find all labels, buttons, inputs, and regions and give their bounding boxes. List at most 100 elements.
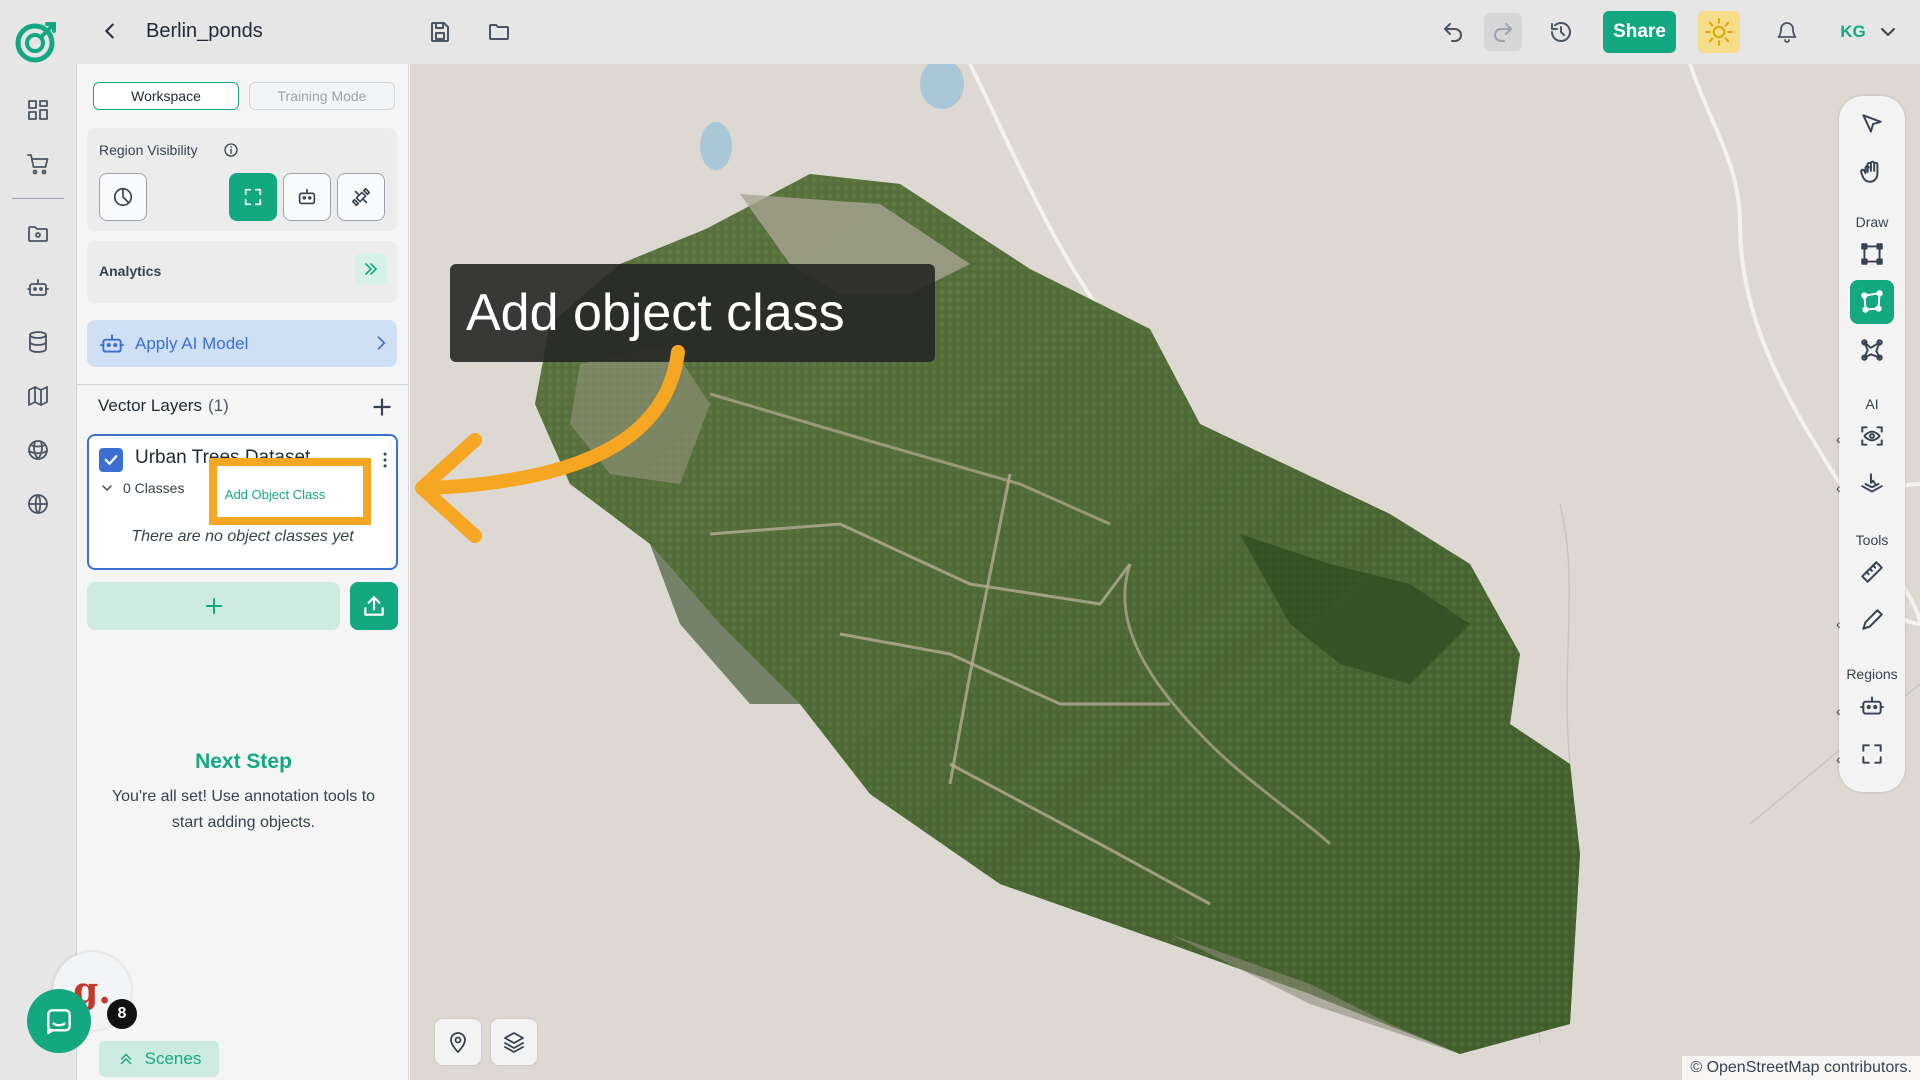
globe-grid-icon bbox=[28, 440, 48, 460]
pan-tool[interactable] bbox=[1850, 150, 1894, 194]
brush-tool[interactable] bbox=[1850, 598, 1894, 642]
rail-explore[interactable] bbox=[22, 434, 54, 466]
tutorial-tooltip: Add object class bbox=[450, 264, 935, 362]
left-rail bbox=[0, 64, 76, 1080]
ai-region-tool[interactable] bbox=[1850, 684, 1894, 728]
map-icon bbox=[28, 386, 48, 406]
apply-ai-model-label: Apply AI Model bbox=[135, 334, 249, 353]
analytics-label: Analytics bbox=[99, 263, 162, 279]
theme-toggle-button[interactable] bbox=[1698, 11, 1740, 53]
database-icon bbox=[29, 331, 47, 353]
folder-icon bbox=[489, 24, 509, 40]
map-background bbox=[535, 64, 1920, 1054]
empty-classes-message: There are no object classes yet bbox=[131, 528, 354, 545]
back-button[interactable] bbox=[95, 16, 125, 46]
location-button[interactable] bbox=[435, 1019, 481, 1065]
classes-toggle[interactable]: 0 Classes bbox=[99, 480, 184, 496]
layer-visibility-checkbox[interactable] bbox=[99, 448, 123, 472]
tab-training-mode[interactable]: Training Mode bbox=[249, 82, 395, 110]
chat-icon bbox=[47, 1009, 71, 1035]
ai-detect-expand-caret[interactable]: ‹ bbox=[1836, 432, 1846, 446]
right-toolbar: Draw AI Tools Regions bbox=[1839, 96, 1905, 792]
sun-icon bbox=[1705, 18, 1733, 46]
redo-icon bbox=[1494, 23, 1512, 42]
cart-icon bbox=[27, 154, 49, 175]
classes-count-label: 0 Classes bbox=[123, 480, 185, 496]
chevron-down-icon[interactable] bbox=[1876, 20, 1900, 44]
open-folder-button[interactable] bbox=[480, 13, 518, 51]
double-chevron-right-icon bbox=[365, 263, 378, 275]
undo-button[interactable] bbox=[1434, 13, 1472, 51]
top-bar: Berlin_ponds Share KG bbox=[0, 0, 1920, 64]
side-panel: Workspace Training Mode Region Visibilit… bbox=[76, 64, 409, 1080]
scenes-button[interactable]: Scenes bbox=[99, 1041, 219, 1077]
bbox-tool[interactable] bbox=[1850, 232, 1894, 276]
notifications-button[interactable] bbox=[1768, 13, 1806, 51]
vector-layers-title: Vector Layers (1) bbox=[98, 396, 229, 416]
app-logo-icon[interactable] bbox=[14, 18, 60, 64]
ai-segment-expand-caret[interactable]: ‹ bbox=[1836, 481, 1846, 495]
apply-ai-model-button[interactable]: Apply AI Model bbox=[87, 320, 397, 367]
visibility-region-button[interactable] bbox=[229, 173, 277, 221]
vector-layers-count: (1) bbox=[207, 396, 229, 415]
rail-divider bbox=[12, 198, 64, 199]
more-vertical-icon[interactable] bbox=[375, 448, 395, 472]
rail-globe[interactable] bbox=[22, 488, 54, 520]
region-frame-tool[interactable] bbox=[1850, 732, 1894, 776]
robot-icon bbox=[298, 188, 316, 205]
region-frame-expand-caret[interactable]: ‹ bbox=[1836, 752, 1846, 766]
analytics-card: Analytics bbox=[87, 241, 397, 303]
rail-projects[interactable] bbox=[22, 218, 54, 250]
visibility-pie-button[interactable] bbox=[99, 173, 147, 221]
project-title: Berlin_ponds bbox=[146, 20, 263, 42]
brush-expand-caret[interactable]: ‹ bbox=[1836, 617, 1846, 631]
user-avatar[interactable]: KG bbox=[1833, 13, 1873, 51]
ai-segment-tool[interactable] bbox=[1850, 462, 1894, 506]
analytics-expand-button[interactable] bbox=[355, 253, 387, 285]
rail-data[interactable] bbox=[22, 326, 54, 358]
map-canvas[interactable]: © OpenStreetMap contributors. bbox=[410, 64, 1920, 1080]
polygon-icon bbox=[1861, 290, 1883, 313]
measure-tool[interactable] bbox=[1850, 550, 1894, 594]
region-visibility-label: Region Visibility bbox=[99, 142, 198, 158]
rail-models[interactable] bbox=[22, 272, 54, 304]
robot-icon bbox=[100, 334, 124, 353]
ruler-icon bbox=[1861, 561, 1883, 583]
vector-layers-title-text: Vector Layers bbox=[98, 396, 202, 415]
tutorial-highlight-box bbox=[209, 458, 371, 525]
select-tool[interactable] bbox=[1850, 102, 1894, 146]
rail-maps[interactable] bbox=[22, 380, 54, 412]
polygon-tool[interactable] bbox=[1850, 280, 1894, 324]
frame-corners-icon bbox=[1862, 744, 1882, 764]
ai-region-expand-caret[interactable]: ‹ bbox=[1836, 704, 1846, 718]
rail-dashboard[interactable] bbox=[22, 94, 54, 126]
rail-marketplace[interactable] bbox=[22, 148, 54, 180]
upload-button[interactable] bbox=[350, 582, 398, 630]
vertex-polygon-icon bbox=[1861, 339, 1883, 361]
redo-button[interactable] bbox=[1484, 13, 1522, 51]
map-attribution: © OpenStreetMap contributors. bbox=[1682, 1056, 1920, 1080]
layers-button[interactable] bbox=[491, 1019, 537, 1065]
freehand-polygon-tool[interactable] bbox=[1850, 328, 1894, 372]
history-button[interactable] bbox=[1542, 13, 1580, 51]
save-button[interactable] bbox=[421, 13, 459, 51]
dashboard-icon bbox=[28, 100, 48, 120]
share-button[interactable]: Share bbox=[1603, 11, 1676, 53]
tab-workspace[interactable]: Workspace bbox=[93, 82, 239, 110]
ai-detect-tool[interactable] bbox=[1850, 414, 1894, 458]
visibility-ai-button[interactable] bbox=[283, 173, 331, 221]
folder-image-icon bbox=[28, 226, 48, 242]
chevron-left-icon bbox=[104, 23, 114, 39]
next-step-text: You're all set! Use annotation tools to … bbox=[111, 788, 376, 831]
info-icon[interactable] bbox=[223, 142, 239, 158]
chat-launcher-button[interactable] bbox=[27, 989, 91, 1053]
pie-chart-icon bbox=[113, 187, 133, 207]
check-icon bbox=[104, 455, 118, 466]
add-layer-plus-icon[interactable] bbox=[369, 394, 395, 420]
save-icon bbox=[431, 22, 449, 42]
satellite-icon bbox=[351, 187, 371, 207]
add-vector-layer-button[interactable] bbox=[87, 582, 340, 630]
frame-corners-icon bbox=[244, 188, 262, 206]
chevron-down-icon bbox=[102, 485, 112, 491]
visibility-satellite-button[interactable] bbox=[337, 173, 385, 221]
